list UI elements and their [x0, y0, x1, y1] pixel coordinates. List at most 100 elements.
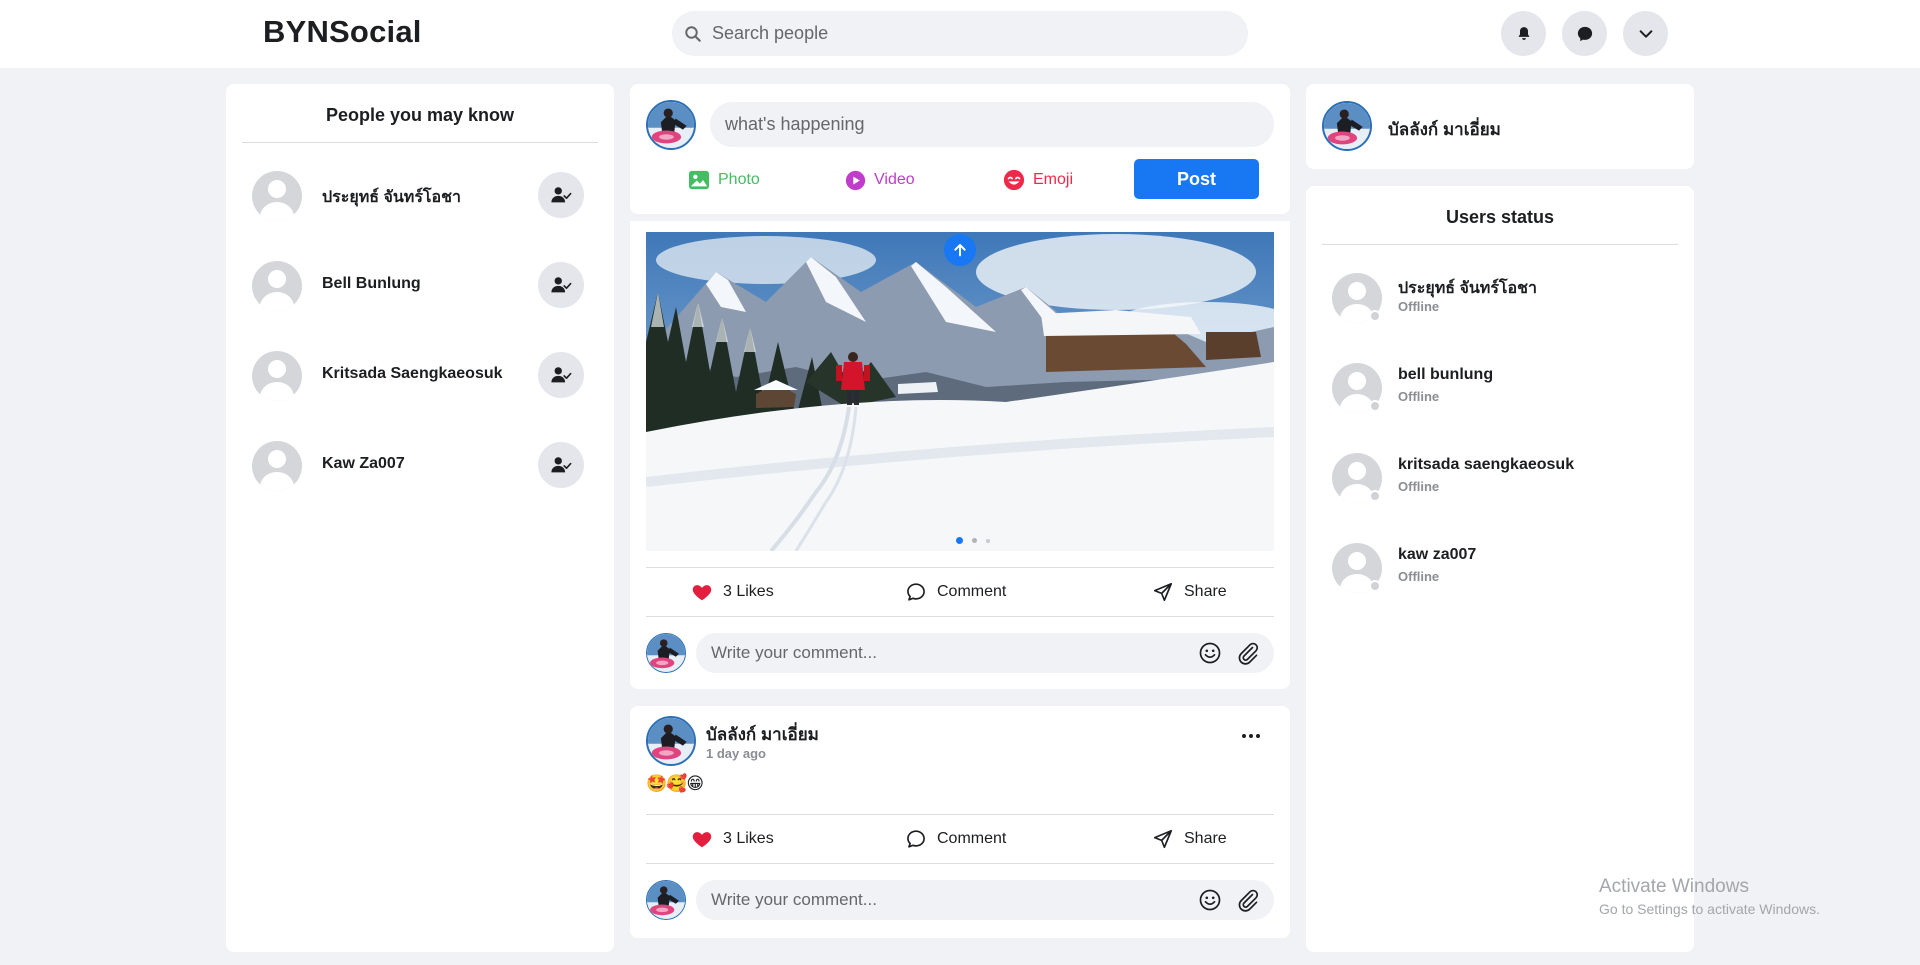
status-input[interactable]: [710, 102, 1274, 147]
comment-input[interactable]: [696, 633, 1274, 673]
person-name[interactable]: ประยุทธ์ จันทร์โอชา: [322, 185, 461, 210]
comment-button[interactable]: Comment: [905, 581, 1006, 603]
likes-count: 3 Likes: [723, 830, 774, 847]
post-time: 1 day ago: [706, 746, 766, 761]
comment-icon: [905, 581, 927, 603]
avatar[interactable]: [252, 261, 302, 311]
image-icon: [689, 170, 709, 190]
photo-label: Photo: [718, 171, 760, 188]
comment-box: [646, 880, 1274, 922]
add-friend-button[interactable]: [538, 262, 584, 308]
comment-input[interactable]: [696, 880, 1274, 920]
search-bar[interactable]: [672, 11, 1248, 56]
divider: [242, 142, 598, 143]
add-friend-button[interactable]: [538, 442, 584, 488]
divider: [1322, 244, 1678, 245]
video-button[interactable]: Video: [845, 168, 915, 192]
share-button[interactable]: Share: [1152, 581, 1227, 603]
post-image-carousel[interactable]: [646, 232, 1274, 551]
messages-button[interactable]: [1562, 11, 1607, 56]
my-avatar[interactable]: [646, 633, 686, 673]
carousel-dot[interactable]: [972, 538, 977, 543]
carousel-dot[interactable]: [986, 538, 990, 543]
photo-button[interactable]: Photo: [688, 168, 760, 192]
person-check-icon: [550, 184, 572, 206]
users-status-title: Users status: [1445, 207, 1555, 227]
suggested-person: ประยุทธ์ จันทร์โอชา: [252, 171, 584, 221]
more-dots-icon: [1242, 734, 1246, 738]
my-avatar[interactable]: [646, 100, 696, 150]
my-avatar[interactable]: [646, 880, 686, 920]
user-status-item[interactable]: bell bunlung Offline: [1332, 363, 1662, 413]
like-button[interactable]: 3 Likes: [691, 828, 774, 850]
author-avatar[interactable]: [646, 716, 696, 766]
user-status-item[interactable]: ประยุทธ์ จันทร์โอชา Offline: [1332, 273, 1662, 323]
account-menu-button[interactable]: [1623, 11, 1668, 56]
person-name[interactable]: Kaw Za007: [322, 455, 405, 473]
video-label: Video: [874, 171, 915, 188]
person-name[interactable]: Kritsada Saengkaeosuk: [322, 365, 503, 383]
heart-icon: [691, 828, 713, 850]
send-icon: [1152, 828, 1174, 850]
comment-button[interactable]: Comment: [905, 828, 1006, 850]
paperclip-icon[interactable]: [1236, 888, 1260, 912]
comment-label: Comment: [937, 583, 1007, 600]
play-icon: [845, 170, 866, 190]
user-status-item[interactable]: kaw za007 Offline: [1332, 543, 1662, 593]
avatar[interactable]: [252, 351, 302, 401]
share-button[interactable]: Share: [1152, 828, 1227, 850]
activate-windows-title: Activate Windows: [1599, 876, 1749, 897]
avatar[interactable]: [252, 441, 302, 491]
suggested-person: Kaw Za007: [252, 441, 584, 491]
suggested-person: Bell Bunlung: [252, 261, 584, 311]
post-actions: 3 Likes Comment Share: [646, 567, 1274, 617]
profile-card[interactable]: บัลลังก์ มาเอี่ยม: [1306, 84, 1694, 169]
send-icon: [1152, 581, 1174, 603]
person-check-icon: [550, 364, 572, 386]
user-status: Offline: [1398, 389, 1440, 404]
user-name: kaw za007: [1398, 546, 1477, 563]
activate-windows-subtitle: Go to Settings to activate Windows.: [1599, 901, 1820, 917]
likes-count: 3 Likes: [723, 583, 774, 600]
people-you-may-know-title: People you may know: [325, 105, 515, 125]
user-name: bell bunlung: [1398, 366, 1494, 383]
like-button[interactable]: 3 Likes: [691, 581, 774, 603]
profile-name[interactable]: บัลลังก์ มาเอี่ยม: [1388, 116, 1501, 143]
arrow-up-icon: [954, 244, 966, 257]
search-icon: [685, 25, 701, 42]
logo[interactable]: BYNSocial: [263, 14, 422, 50]
add-friend-button[interactable]: [538, 352, 584, 398]
users-status-panel: Users status ประยุทธ์ จันทร์โอชา Offline…: [1306, 186, 1694, 952]
scroll-up-button[interactable]: [944, 234, 976, 266]
post-content: 🤩🥰😁: [646, 774, 704, 793]
chevron-down-icon: [1639, 29, 1652, 38]
share-label: Share: [1184, 583, 1227, 600]
post-composer: Photo Video Emoji Post: [630, 84, 1290, 214]
top-navbar: BYNSocial: [0, 0, 1920, 68]
add-friend-button[interactable]: [538, 172, 584, 218]
emoji-label: Emoji: [1033, 171, 1074, 188]
post-card: 3 Likes Comment Share: [630, 221, 1290, 689]
bell-icon: [1518, 27, 1529, 40]
smile-icon[interactable]: [1198, 888, 1222, 912]
person-name[interactable]: Bell Bunlung: [322, 275, 421, 293]
offline-dot: [1369, 400, 1381, 412]
notifications-button[interactable]: [1501, 11, 1546, 56]
share-label: Share: [1184, 830, 1227, 847]
profile-avatar[interactable]: [1322, 101, 1372, 151]
person-check-icon: [550, 274, 572, 296]
user-status: Offline: [1398, 569, 1440, 584]
avatar[interactable]: [252, 171, 302, 221]
offline-dot: [1369, 580, 1381, 592]
person-check-icon: [550, 454, 572, 476]
search-input[interactable]: [712, 23, 1212, 44]
user-name: ประยุทธ์ จันทร์โอชา: [1398, 280, 1537, 297]
paperclip-icon[interactable]: [1236, 641, 1260, 665]
user-status-item[interactable]: kritsada saengkaeosuk Offline: [1332, 453, 1662, 503]
post-button[interactable]: Post: [1134, 159, 1259, 199]
author-name[interactable]: บัลลังก์ มาเอี่ยม: [706, 721, 819, 748]
emoji-button[interactable]: Emoji: [1003, 168, 1073, 192]
smile-icon[interactable]: [1198, 641, 1222, 665]
post-options-button[interactable]: [1238, 726, 1264, 746]
carousel-dot-active[interactable]: [956, 537, 963, 544]
